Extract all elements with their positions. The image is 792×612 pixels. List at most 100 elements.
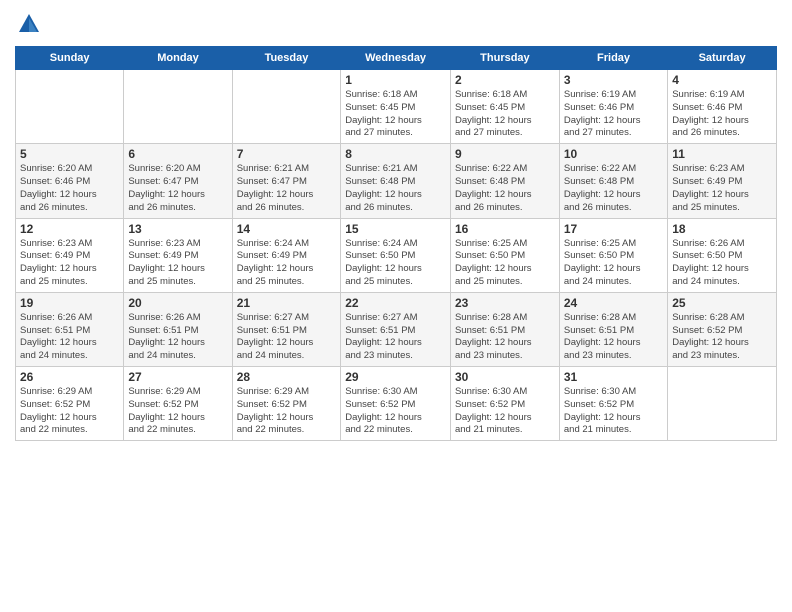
calendar-cell: 21Sunrise: 6:27 AM Sunset: 6:51 PM Dayli… <box>232 292 341 366</box>
calendar-cell: 12 Sunrise: 6:23 AM Sunset: 6:49 PM Dayli… <box>16 218 124 292</box>
day-number: 6 <box>128 147 227 161</box>
calendar-cell: 24 Sunrise: 6:28 AM Sunset: 6:51 PM Dayli… <box>559 292 667 366</box>
calendar-cell <box>124 70 232 144</box>
day-info: Sunrise: 6:24 AM Sunset: 6:50 PM Dayligh… <box>345 238 446 289</box>
calendar-cell: 11 Sunrise: 6:23 AM Sunset: 6:49 PM Dayli… <box>668 144 777 218</box>
day-number: 19 <box>20 296 119 310</box>
day-number: 27 <box>128 370 227 384</box>
day-number: 25 <box>672 296 772 310</box>
calendar-cell: 22 Sunrise: 6:27 AM Sunset: 6:51 PM Dayli… <box>341 292 451 366</box>
calendar-cell: 19 Sunrise: 6:26 AM Sunset: 6:51 PM Dayli… <box>16 292 124 366</box>
header <box>15 10 777 38</box>
day-number: 22 <box>345 296 446 310</box>
day-info: Sunrise: 6:20 AM Sunset: 6:46 PM Dayligh… <box>20 163 119 214</box>
weekday-header-row: SundayMondayTuesdayWednesdayThursdayFrid… <box>16 47 777 70</box>
day-number: 13 <box>128 222 227 236</box>
day-info: Sunrise: 6:23 AM Sunset: 6:49 PM Dayligh… <box>672 163 772 214</box>
day-number: 14 <box>237 222 337 236</box>
calendar-cell: 17Sunrise: 6:25 AM Sunset: 6:50 PM Dayli… <box>559 218 667 292</box>
day-number: 7 <box>237 147 337 161</box>
day-number: 5 <box>20 147 119 161</box>
calendar-cell: 23Sunrise: 6:28 AM Sunset: 6:51 PM Dayli… <box>450 292 559 366</box>
day-info: Sunrise: 6:23 AM Sunset: 6:49 PM Dayligh… <box>20 238 119 289</box>
calendar-cell: 1 Sunrise: 6:18 AM Sunset: 6:45 PM Daylig… <box>341 70 451 144</box>
page: SundayMondayTuesdayWednesdayThursdayFrid… <box>0 0 792 612</box>
calendar-cell: 10 Sunrise: 6:22 AM Sunset: 6:48 PM Dayli… <box>559 144 667 218</box>
calendar-week-row: 26 Sunrise: 6:29 AM Sunset: 6:52 PM Dayli… <box>16 367 777 441</box>
calendar-week-row: 19 Sunrise: 6:26 AM Sunset: 6:51 PM Dayli… <box>16 292 777 366</box>
day-info: Sunrise: 6:20 AM Sunset: 6:47 PM Dayligh… <box>128 163 227 214</box>
calendar-cell: 30Sunrise: 6:30 AM Sunset: 6:52 PM Dayli… <box>450 367 559 441</box>
day-number: 4 <box>672 73 772 87</box>
day-number: 21 <box>237 296 337 310</box>
calendar-cell: 15 Sunrise: 6:24 AM Sunset: 6:50 PM Dayli… <box>341 218 451 292</box>
day-info: Sunrise: 6:27 AM Sunset: 6:51 PM Dayligh… <box>345 312 446 363</box>
day-info: Sunrise: 6:26 AM Sunset: 6:51 PM Dayligh… <box>128 312 227 363</box>
day-number: 26 <box>20 370 119 384</box>
calendar-cell <box>668 367 777 441</box>
day-info: Sunrise: 6:22 AM Sunset: 6:48 PM Dayligh… <box>455 163 555 214</box>
calendar-cell: 13 Sunrise: 6:23 AM Sunset: 6:49 PM Dayli… <box>124 218 232 292</box>
day-number: 30 <box>455 370 555 384</box>
weekday-header: Wednesday <box>341 47 451 70</box>
day-number: 9 <box>455 147 555 161</box>
calendar-cell: 29Sunrise: 6:30 AM Sunset: 6:52 PM Dayli… <box>341 367 451 441</box>
day-number: 12 <box>20 222 119 236</box>
day-info: Sunrise: 6:22 AM Sunset: 6:48 PM Dayligh… <box>564 163 663 214</box>
calendar-cell <box>232 70 341 144</box>
day-info: Sunrise: 6:28 AM Sunset: 6:52 PM Dayligh… <box>672 312 772 363</box>
day-info: Sunrise: 6:18 AM Sunset: 6:45 PM Dayligh… <box>455 89 555 140</box>
day-number: 15 <box>345 222 446 236</box>
day-info: Sunrise: 6:24 AM Sunset: 6:49 PM Dayligh… <box>237 238 337 289</box>
weekday-header: Thursday <box>450 47 559 70</box>
logo-icon <box>15 10 43 38</box>
calendar-cell: 8Sunrise: 6:21 AM Sunset: 6:48 PM Daylig… <box>341 144 451 218</box>
calendar-cell: 27 Sunrise: 6:29 AM Sunset: 6:52 PM Dayli… <box>124 367 232 441</box>
day-info: Sunrise: 6:21 AM Sunset: 6:47 PM Dayligh… <box>237 163 337 214</box>
calendar-cell: 9 Sunrise: 6:22 AM Sunset: 6:48 PM Daylig… <box>450 144 559 218</box>
day-number: 28 <box>237 370 337 384</box>
calendar-cell: 5 Sunrise: 6:20 AM Sunset: 6:46 PM Daylig… <box>16 144 124 218</box>
calendar-week-row: 12 Sunrise: 6:23 AM Sunset: 6:49 PM Dayli… <box>16 218 777 292</box>
day-info: Sunrise: 6:29 AM Sunset: 6:52 PM Dayligh… <box>128 386 227 437</box>
day-number: 18 <box>672 222 772 236</box>
day-number: 2 <box>455 73 555 87</box>
day-info: Sunrise: 6:18 AM Sunset: 6:45 PM Dayligh… <box>345 89 446 140</box>
day-info: Sunrise: 6:23 AM Sunset: 6:49 PM Dayligh… <box>128 238 227 289</box>
calendar-cell: 2 Sunrise: 6:18 AM Sunset: 6:45 PM Daylig… <box>450 70 559 144</box>
day-number: 24 <box>564 296 663 310</box>
calendar-cell: 16 Sunrise: 6:25 AM Sunset: 6:50 PM Dayli… <box>450 218 559 292</box>
calendar-cell: 4 Sunrise: 6:19 AM Sunset: 6:46 PM Daylig… <box>668 70 777 144</box>
calendar-cell: 31Sunrise: 6:30 AM Sunset: 6:52 PM Dayli… <box>559 367 667 441</box>
day-info: Sunrise: 6:26 AM Sunset: 6:50 PM Dayligh… <box>672 238 772 289</box>
weekday-header: Sunday <box>16 47 124 70</box>
day-info: Sunrise: 6:28 AM Sunset: 6:51 PM Dayligh… <box>564 312 663 363</box>
weekday-header: Friday <box>559 47 667 70</box>
day-number: 11 <box>672 147 772 161</box>
day-number: 1 <box>345 73 446 87</box>
calendar-week-row: 5 Sunrise: 6:20 AM Sunset: 6:46 PM Daylig… <box>16 144 777 218</box>
day-number: 16 <box>455 222 555 236</box>
day-info: Sunrise: 6:19 AM Sunset: 6:46 PM Dayligh… <box>672 89 772 140</box>
day-info: Sunrise: 6:21 AM Sunset: 6:48 PM Dayligh… <box>345 163 446 214</box>
calendar-cell: 25 Sunrise: 6:28 AM Sunset: 6:52 PM Dayli… <box>668 292 777 366</box>
calendar-cell: 3 Sunrise: 6:19 AM Sunset: 6:46 PM Daylig… <box>559 70 667 144</box>
logo <box>15 10 47 38</box>
calendar-cell: 28 Sunrise: 6:29 AM Sunset: 6:52 PM Dayli… <box>232 367 341 441</box>
day-info: Sunrise: 6:26 AM Sunset: 6:51 PM Dayligh… <box>20 312 119 363</box>
day-info: Sunrise: 6:28 AM Sunset: 6:51 PM Dayligh… <box>455 312 555 363</box>
calendar-cell: 26 Sunrise: 6:29 AM Sunset: 6:52 PM Dayli… <box>16 367 124 441</box>
day-info: Sunrise: 6:25 AM Sunset: 6:50 PM Dayligh… <box>455 238 555 289</box>
day-number: 29 <box>345 370 446 384</box>
day-number: 3 <box>564 73 663 87</box>
day-number: 10 <box>564 147 663 161</box>
day-info: Sunrise: 6:19 AM Sunset: 6:46 PM Dayligh… <box>564 89 663 140</box>
calendar-cell: 6 Sunrise: 6:20 AM Sunset: 6:47 PM Daylig… <box>124 144 232 218</box>
day-info: Sunrise: 6:29 AM Sunset: 6:52 PM Dayligh… <box>20 386 119 437</box>
weekday-header: Monday <box>124 47 232 70</box>
calendar-week-row: 1 Sunrise: 6:18 AM Sunset: 6:45 PM Daylig… <box>16 70 777 144</box>
day-info: Sunrise: 6:25 AM Sunset: 6:50 PM Dayligh… <box>564 238 663 289</box>
day-info: Sunrise: 6:29 AM Sunset: 6:52 PM Dayligh… <box>237 386 337 437</box>
weekday-header: Saturday <box>668 47 777 70</box>
day-info: Sunrise: 6:30 AM Sunset: 6:52 PM Dayligh… <box>564 386 663 437</box>
